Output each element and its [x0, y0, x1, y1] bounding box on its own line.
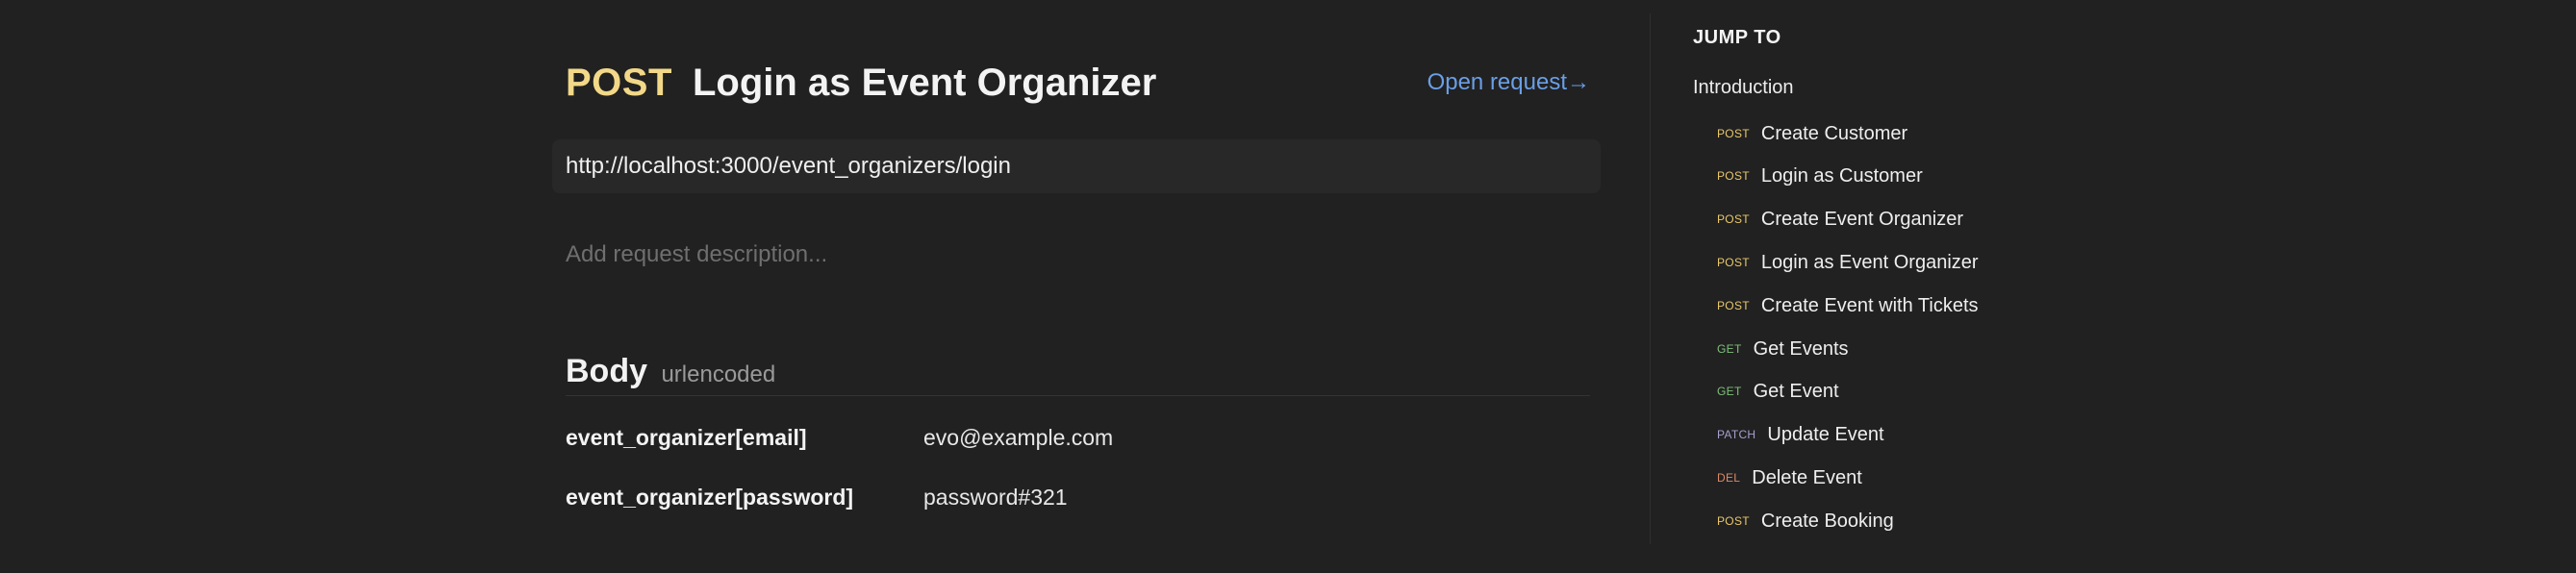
body-label: Body	[566, 353, 647, 389]
body-param-row: event_organizer[password] password#321	[566, 481, 1590, 513]
request-header: POST Login as Event Organizer Open reque…	[566, 56, 1590, 110]
panel-divider	[1650, 13, 1651, 544]
request-method: POST	[566, 62, 672, 104]
sidebar-item-label: Get Event	[1753, 381, 1839, 402]
sidebar-item-label: Delete Event	[1752, 467, 1862, 488]
sidebar-item-create-customer[interactable]: POST Create Customer	[1717, 119, 1907, 148]
method-badge: POST	[1717, 127, 1750, 140]
documentation-page: POST Login as Event Organizer Open reque…	[0, 0, 2576, 573]
sidebar-item-update-event[interactable]: PATCH Update Event	[1717, 420, 1884, 449]
sidebar-item-label: Update Event	[1767, 424, 1884, 445]
jump-to-sidebar: JUMP TO Introduction POST Create Custome…	[1693, 0, 2366, 573]
body-divider	[566, 395, 1590, 396]
sidebar-item-label: Login as Customer	[1760, 165, 1923, 187]
sidebar-item-create-booking[interactable]: POST Create Booking	[1717, 507, 1894, 536]
method-badge: PATCH	[1717, 428, 1756, 441]
sidebar-item-get-events[interactable]: GET Get Events	[1717, 335, 1849, 363]
method-badge: POST	[1717, 299, 1750, 312]
sidebar-item-label: Create Event with Tickets	[1760, 295, 1979, 316]
param-value: password#321	[923, 485, 1068, 510]
param-key: event_organizer[password]	[566, 485, 854, 510]
body-param-row: event_organizer[email] evo@example.com	[566, 421, 1590, 454]
sidebar-item-create-event-organizer[interactable]: POST Create Event Organizer	[1717, 205, 1963, 234]
sidebar-item-label: Get Events	[1753, 338, 1849, 360]
method-badge: POST	[1717, 256, 1750, 269]
request-panel: POST Login as Event Organizer Open reque…	[552, 0, 1601, 573]
sidebar-item-label: Login as Event Organizer	[1760, 252, 1979, 273]
sidebar-item-label: Create Customer	[1760, 123, 1908, 144]
method-badge: DEL	[1717, 471, 1741, 485]
method-badge: POST	[1717, 169, 1750, 183]
method-badge: POST	[1717, 212, 1750, 226]
request-title: Login as Event Organizer	[693, 62, 1157, 104]
sidebar-item-create-event-with-tickets[interactable]: POST Create Event with Tickets	[1717, 291, 1979, 320]
request-url: http://localhost:3000/event_organizers/l…	[566, 153, 1011, 179]
param-key: event_organizer[email]	[566, 425, 807, 450]
jump-to-heading: JUMP TO	[1693, 27, 1781, 48]
open-request-link[interactable]: Open request→	[1427, 67, 1590, 98]
sidebar-item-label: Create Event Organizer	[1760, 209, 1963, 230]
sidebar-item-delete-event[interactable]: DEL Delete Event	[1717, 463, 1862, 492]
body-section-header: Body urlencoded	[566, 350, 775, 396]
body-encoding: urlencoded	[661, 361, 776, 387]
param-value: evo@example.com	[923, 425, 1114, 450]
sidebar-item-login-as-customer[interactable]: POST Login as Customer	[1717, 162, 1923, 190]
method-badge: POST	[1717, 514, 1750, 528]
request-url-box: http://localhost:3000/event_organizers/l…	[552, 139, 1601, 193]
sidebar-item-login-as-event-organizer[interactable]: POST Login as Event Organizer	[1717, 248, 1979, 277]
method-badge: GET	[1717, 385, 1742, 398]
request-description-field[interactable]: Add request description...	[566, 238, 827, 271]
sidebar-item-introduction[interactable]: Introduction	[1693, 73, 1794, 102]
sidebar-item-get-event[interactable]: GET Get Event	[1717, 377, 1839, 406]
sidebar-item-label: Create Booking	[1760, 511, 1894, 532]
method-badge: GET	[1717, 342, 1742, 356]
